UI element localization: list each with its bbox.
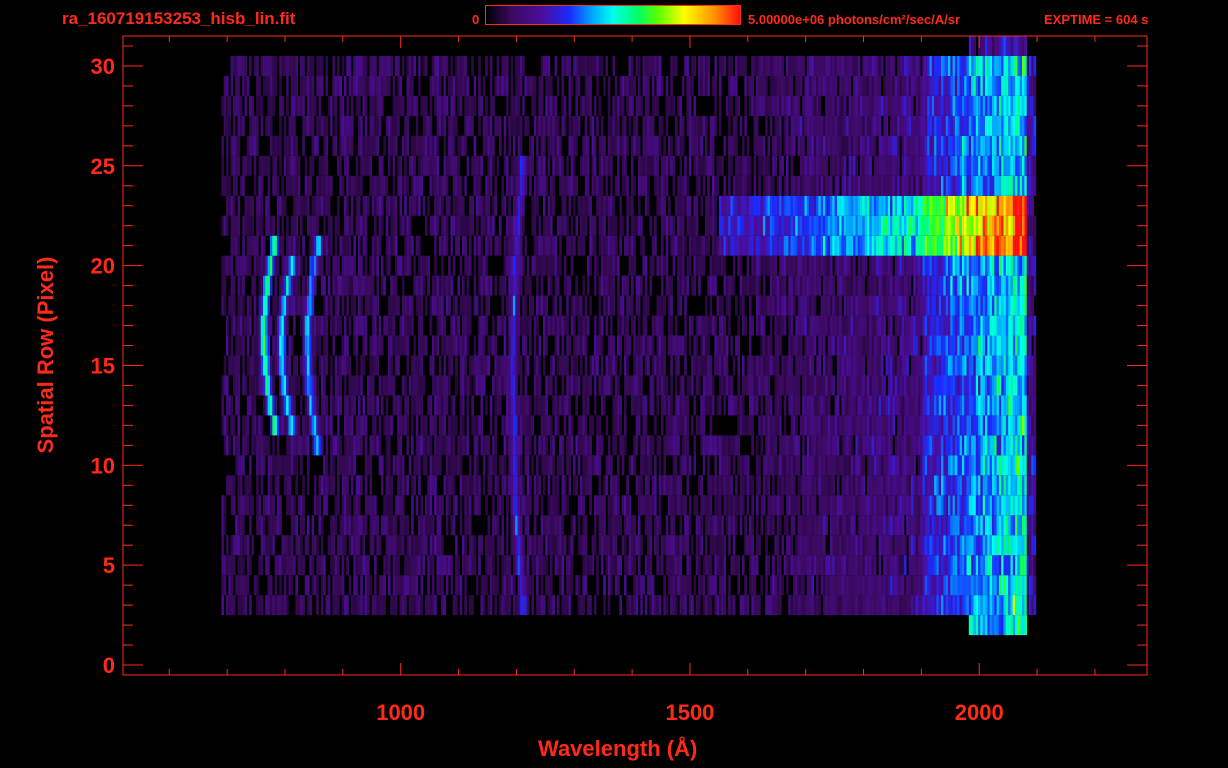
y-tick-label: 10 <box>91 453 115 478</box>
y-tick-label: 30 <box>91 54 115 79</box>
y-tick-label: 15 <box>91 353 115 378</box>
x-tick-label: 1500 <box>665 700 714 725</box>
y-tick-label: 20 <box>91 254 115 279</box>
y-tick-label: 25 <box>91 154 115 179</box>
spectrogram-plot: 1000 1500 2000 0 5 10 15 20 25 30 <box>91 35 1148 725</box>
y-tick-label: 5 <box>103 553 115 578</box>
x-axis-label: Wavelength (Å) <box>538 736 698 761</box>
x-tick-label: 1000 <box>376 700 425 725</box>
y-tick-label: 0 <box>103 653 115 678</box>
y-axis-label: Spatial Row (Pixel) <box>33 256 58 454</box>
heatmap-image <box>221 36 1037 636</box>
x-tick-label: 2000 <box>955 700 1004 725</box>
